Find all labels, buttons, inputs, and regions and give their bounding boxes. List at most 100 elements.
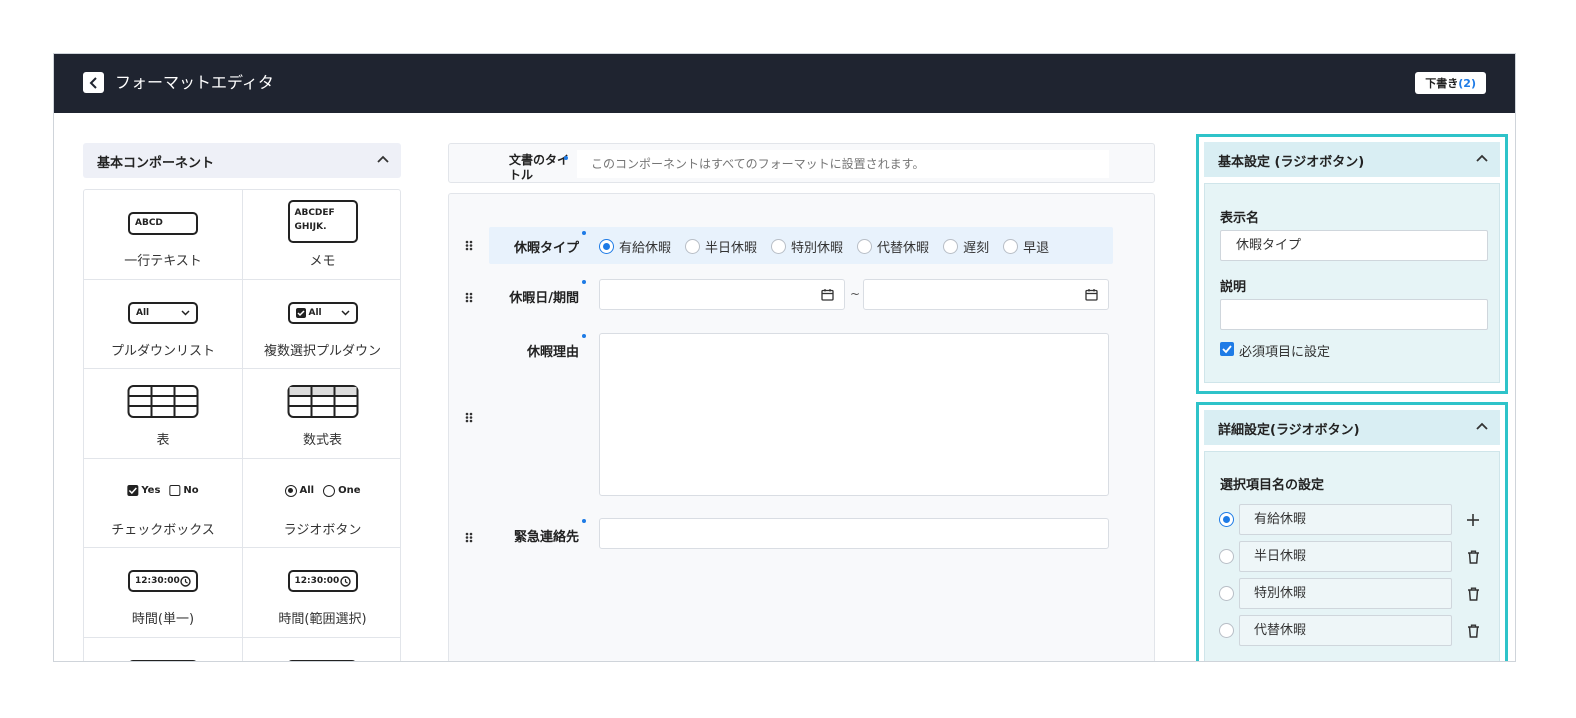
leave-type-radio-group: 有給休暇 半日休暇 特別休暇 代替休暇 遅刻 早退: [599, 237, 1063, 256]
memo-icon-line-1: ABCDEF: [294, 208, 335, 218]
component-label: 一行テキスト: [124, 254, 202, 269]
required-checkbox[interactable]: [1220, 342, 1234, 356]
component-label: メモ: [309, 254, 336, 269]
component-partial[interactable]: [84, 637, 243, 661]
basic-settings-panel: 基本設定 (ラジオボタン) 表示名 休暇タイプ 説明 必須項目に設定: [1196, 134, 1508, 394]
drag-handle-icon[interactable]: [465, 240, 473, 255]
radio-button[interactable]: [857, 239, 873, 254]
radio-button[interactable]: [771, 239, 787, 254]
detail-settings-header[interactable]: 詳細設定(ラジオボタン): [1204, 410, 1500, 445]
drag-handle-icon[interactable]: [465, 412, 473, 427]
detail-settings-title: 詳細設定(ラジオボタン): [1218, 423, 1360, 438]
description-input[interactable]: [1220, 299, 1488, 330]
leave-reason-label: 休暇理由: [526, 345, 579, 360]
plus-icon: [1467, 514, 1479, 526]
drafts-button[interactable]: 下書き (2): [1415, 72, 1486, 94]
trash-icon: [1467, 587, 1479, 601]
radio-button[interactable]: [685, 239, 701, 254]
component-time-single[interactable]: 12:30:00 時間(単一): [84, 548, 243, 638]
radio-all-text: All: [299, 485, 315, 496]
component-label: 時間(単一): [131, 612, 195, 627]
component-label: 表: [156, 433, 170, 448]
leave-type-option[interactable]: 遅刻: [943, 237, 989, 256]
display-name-label: 表示名: [1220, 211, 1260, 226]
component-label: 複数選択プルダウン: [263, 343, 381, 359]
default-option-radio[interactable]: [1219, 512, 1234, 527]
component-dropdown[interactable]: All プルダウンリスト: [84, 279, 243, 369]
drafts-label: 下書き: [1425, 77, 1459, 90]
back-button[interactable]: [83, 72, 104, 93]
clock-icon: [339, 575, 351, 587]
component-memo[interactable]: ABCDEF GHIJK. メモ: [243, 190, 400, 280]
chevron-up-icon: [1476, 422, 1488, 430]
default-option-radio[interactable]: [1219, 623, 1234, 638]
formula-table-icon: [287, 385, 358, 418]
component-checkbox[interactable]: Yes No チェックボックス: [84, 458, 243, 548]
option-name-input[interactable]: 半日休暇: [1239, 541, 1452, 572]
display-name-input[interactable]: 休暇タイプ: [1220, 230, 1488, 261]
format-editor-window: フォーマットエディタ 下書き (2) 基本コンポーネント ABCD 一行テキスト …: [53, 53, 1516, 662]
component-partial[interactable]: [243, 638, 400, 661]
drag-handle-icon[interactable]: [465, 532, 473, 547]
multi-select-icon: All: [287, 301, 358, 324]
delete-option-button[interactable]: [1464, 622, 1482, 640]
drag-handle-icon[interactable]: [465, 292, 473, 307]
checkbox-yes-text: Yes: [141, 484, 161, 496]
option-name-input[interactable]: 有給休暇: [1239, 504, 1452, 535]
component-time-range[interactable]: 12:30:00 時間(範囲選択): [243, 548, 400, 638]
basic-settings-title: 基本設定 (ラジオボタン): [1218, 155, 1365, 170]
chevron-up-icon: [377, 155, 389, 163]
drafts-count: (2): [1458, 76, 1476, 90]
component-label: プルダウンリスト: [110, 343, 215, 359]
delete-option-button[interactable]: [1464, 548, 1482, 566]
leave-type-option[interactable]: 有給休暇: [599, 237, 671, 256]
checkbox-icon: Yes No: [127, 484, 199, 496]
leave-type-option[interactable]: 早退: [1003, 237, 1049, 256]
document-title-input[interactable]: [577, 150, 1109, 178]
add-option-button[interactable]: [1464, 511, 1482, 529]
multi-select-icon-text: All: [308, 307, 322, 318]
delete-option-button[interactable]: [1464, 585, 1482, 603]
memo-icon: ABCDEF GHIJK.: [287, 200, 358, 243]
calendar-icon: [821, 289, 834, 301]
time-range-icon: 12:30:00: [287, 570, 358, 592]
option-names-label: 選択項目名の設定: [1220, 478, 1325, 493]
radio-button[interactable]: [1003, 239, 1019, 254]
leave-type-option[interactable]: 半日休暇: [685, 237, 757, 256]
chevron-left-icon: [89, 76, 97, 89]
component-label: 時間(範囲選択): [278, 612, 367, 627]
component-table[interactable]: 表: [84, 369, 243, 459]
leave-type-option[interactable]: 代替休暇: [857, 237, 929, 256]
palette-header[interactable]: 基本コンポーネント: [83, 143, 401, 178]
component-radio-button[interactable]: All One ラジオボタン: [243, 459, 400, 548]
radio-button[interactable]: [599, 239, 614, 254]
leave-end-date-input[interactable]: [863, 279, 1109, 310]
required-dot: [582, 519, 586, 523]
radio-icon: All One: [284, 484, 361, 497]
radio-button[interactable]: [943, 239, 959, 254]
document-title-label: 文書のタイトル: [509, 153, 570, 182]
default-option-radio[interactable]: [1219, 549, 1234, 564]
option-name-input[interactable]: 代替休暇: [1239, 615, 1452, 646]
detail-settings-body: 選択項目名の設定 有給休暇 半日休暇 特別休暇 代替休暇: [1204, 451, 1500, 661]
option-name-input[interactable]: 特別休暇: [1239, 578, 1452, 609]
component-formula-table[interactable]: 数式表: [243, 369, 400, 459]
default-option-radio[interactable]: [1219, 586, 1234, 601]
component-single-line-text[interactable]: ABCD 一行テキスト: [84, 190, 243, 280]
leave-reason-textarea[interactable]: [599, 333, 1109, 496]
basic-settings-header[interactable]: 基本設定 (ラジオボタン): [1204, 142, 1500, 177]
chevron-down-icon: [181, 309, 190, 316]
basic-settings-body: 表示名 休暇タイプ 説明 必須項目に設定: [1204, 183, 1500, 383]
palette-title: 基本コンポーネント: [97, 156, 215, 171]
emergency-contact-input[interactable]: [599, 518, 1109, 549]
dropdown-icon-text: All: [136, 307, 150, 318]
trash-icon: [1467, 550, 1479, 564]
time-icon-text: 12:30:00: [135, 576, 180, 586]
component-multi-select-dropdown[interactable]: All 複数選択プルダウン: [243, 280, 400, 369]
required-dot: [582, 334, 586, 338]
leave-type-option[interactable]: 特別休暇: [771, 237, 843, 256]
component-palette: ABCD 一行テキスト ABCDEF GHIJK. メモ All プルダウンリス…: [83, 189, 401, 661]
form-canvas: 休暇タイプ 有給休暇 半日休暇 特別休暇 代替休暇 遅刻 早退 休暇日/期間 ~…: [448, 193, 1155, 661]
chevron-up-icon: [1476, 154, 1488, 162]
leave-start-date-input[interactable]: [599, 279, 845, 310]
